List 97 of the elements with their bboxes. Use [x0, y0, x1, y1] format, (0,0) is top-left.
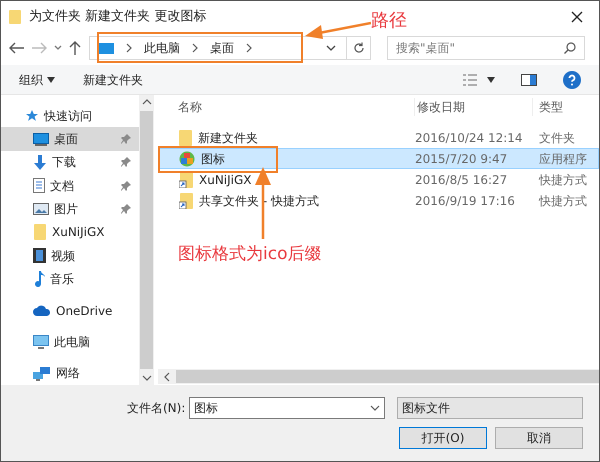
sidebar-label: 视频 — [51, 248, 76, 265]
cube-icon — [179, 150, 195, 166]
help-icon[interactable] — [563, 70, 581, 88]
cloud-icon — [33, 305, 51, 316]
modified-date: 2016/8/5 16:27 — [415, 172, 508, 188]
window-title: 为文件夹 新建文件夹 更改图标 — [29, 8, 206, 26]
refresh-icon — [352, 42, 364, 54]
chevron-left-icon — [162, 372, 172, 382]
sidebar-label: 此电脑 — [54, 334, 91, 351]
up-arrow-icon[interactable] — [69, 40, 81, 56]
chevron-right-icon — [244, 43, 254, 53]
file-type: 应用程序 — [538, 150, 588, 168]
sidebar-label: 快速访问 — [44, 108, 93, 125]
picture-icon — [33, 203, 49, 216]
column-header[interactable]: 名称 — [158, 98, 414, 116]
sidebar-item[interactable]: 此电脑 — [1, 330, 139, 354]
chevron-down-icon — [142, 373, 152, 383]
file-name: 新建文件夹 — [198, 130, 258, 146]
organize-button[interactable]: 组织 — [19, 70, 55, 88]
music-note-icon — [33, 271, 45, 288]
open-button[interactable]: 打开(O) — [399, 427, 487, 449]
sidebar-item[interactable]: 图片 — [1, 197, 139, 221]
sidebar-label: XuNiJiGX — [52, 224, 106, 242]
sidebar-label: 图片 — [54, 201, 79, 218]
folder-icon — [33, 224, 47, 240]
monitor-icon — [33, 334, 49, 349]
horizontal-scrollbar[interactable] — [158, 369, 599, 384]
sidebar-label: 下载 — [52, 154, 77, 172]
annotation-label: 图标格式为ico后缀 — [178, 243, 322, 266]
down-arrow-icon — [33, 154, 47, 170]
star-icon — [25, 108, 39, 123]
sidebar-item[interactable]: XuNiJiGX — [1, 220, 139, 244]
sidebar-item[interactable]: 下载 — [1, 150, 139, 174]
pin-icon[interactable] — [121, 157, 131, 168]
monitor-icon — [98, 42, 114, 54]
sidebar-label: 桌面 — [54, 131, 79, 148]
sidebar-item[interactable]: 网络 — [1, 362, 139, 385]
sidebar-item[interactable]: 文档 — [1, 174, 139, 198]
sidebar-label: 文档 — [50, 178, 75, 195]
shortcut-folder-icon — [179, 192, 193, 208]
pin-icon[interactable] — [121, 204, 131, 214]
file-type: 快捷方式 — [538, 192, 588, 210]
address-bar[interactable]: 此电脑 桌面 — [89, 36, 371, 60]
pin-icon[interactable] — [121, 180, 131, 191]
chevron-down-icon[interactable] — [53, 44, 63, 52]
chevron-right-icon — [124, 43, 134, 53]
document-icon — [33, 178, 45, 194]
modified-date: 2016/10/24 12:14 — [415, 130, 524, 146]
file-name: XuNiJiGX — [199, 172, 252, 188]
annotation-label: 路径 — [371, 9, 407, 33]
modified-date: 2016/9/19 17:16 — [415, 192, 516, 210]
search-input[interactable]: 搜索"桌面" — [396, 39, 564, 57]
new-folder-button[interactable]: 新建文件夹 — [83, 70, 143, 88]
sidebar-item[interactable]: 桌面 — [1, 127, 139, 151]
chevron-right-icon — [190, 43, 200, 53]
view-options-icon[interactable] — [463, 74, 477, 86]
chevron-down-icon[interactable] — [326, 44, 336, 52]
column-header[interactable]: 类型 — [532, 98, 599, 116]
vertical-scrollbar[interactable] — [139, 95, 154, 385]
monitor-icon — [33, 132, 49, 146]
search-field[interactable]: 搜索"桌面" — [387, 36, 585, 60]
scrollbar-thumb[interactable] — [140, 111, 153, 369]
filename-input[interactable]: 图标 — [194, 399, 370, 417]
breadcrumb-item[interactable]: 桌面 — [210, 39, 234, 57]
breadcrumb-item[interactable]: 此电脑 — [144, 39, 180, 57]
caret-icon[interactable] — [47, 76, 55, 82]
chevron-up-icon — [142, 97, 152, 107]
file-type-dropdown[interactable]: 图标文件 — [397, 397, 583, 419]
folder-icon — [179, 130, 192, 146]
network-icon — [33, 366, 51, 381]
sidebar-label: OneDrive — [56, 302, 114, 320]
sidebar-label: 网络 — [56, 365, 81, 382]
sidebar-item[interactable]: OneDrive — [1, 298, 139, 322]
back-arrow-icon[interactable] — [9, 42, 25, 54]
sidebar-item[interactable]: 视频 — [1, 244, 139, 268]
scrollbar-thumb[interactable] — [176, 370, 599, 383]
file-type: 文件夹 — [538, 130, 576, 146]
chevron-down-icon — [370, 403, 380, 413]
caret-icon[interactable] — [487, 76, 495, 82]
file-name: 图标 — [201, 150, 225, 168]
filename-label: 文件名(N): — [127, 400, 186, 417]
sidebar-item[interactable]: 快速访问 — [1, 104, 139, 128]
close-icon — [571, 11, 583, 23]
cancel-button[interactable]: 取消 — [495, 427, 583, 449]
search-icon — [564, 42, 576, 54]
file-row[interactable]: XuNiJiGX 2016/8/5 16:27 快捷方式 — [158, 169, 599, 190]
file-row[interactable]: 新建文件夹 2016/10/24 12:14 文件夹 — [158, 127, 599, 148]
file-row[interactable]: 图标 2015/7/20 9:47 应用程序 — [158, 148, 599, 169]
filename-field[interactable]: 图标 — [189, 397, 385, 419]
column-header[interactable]: 修改日期 — [414, 98, 532, 116]
modified-date: 2015/7/20 9:47 — [415, 150, 508, 168]
preview-pane-icon[interactable] — [521, 74, 537, 86]
folder-icon — [9, 10, 21, 24]
sidebar-item[interactable]: 音乐 — [1, 268, 139, 291]
file-type: 快捷方式 — [538, 172, 588, 188]
sidebar-label: 音乐 — [50, 271, 75, 288]
film-icon — [33, 248, 46, 264]
